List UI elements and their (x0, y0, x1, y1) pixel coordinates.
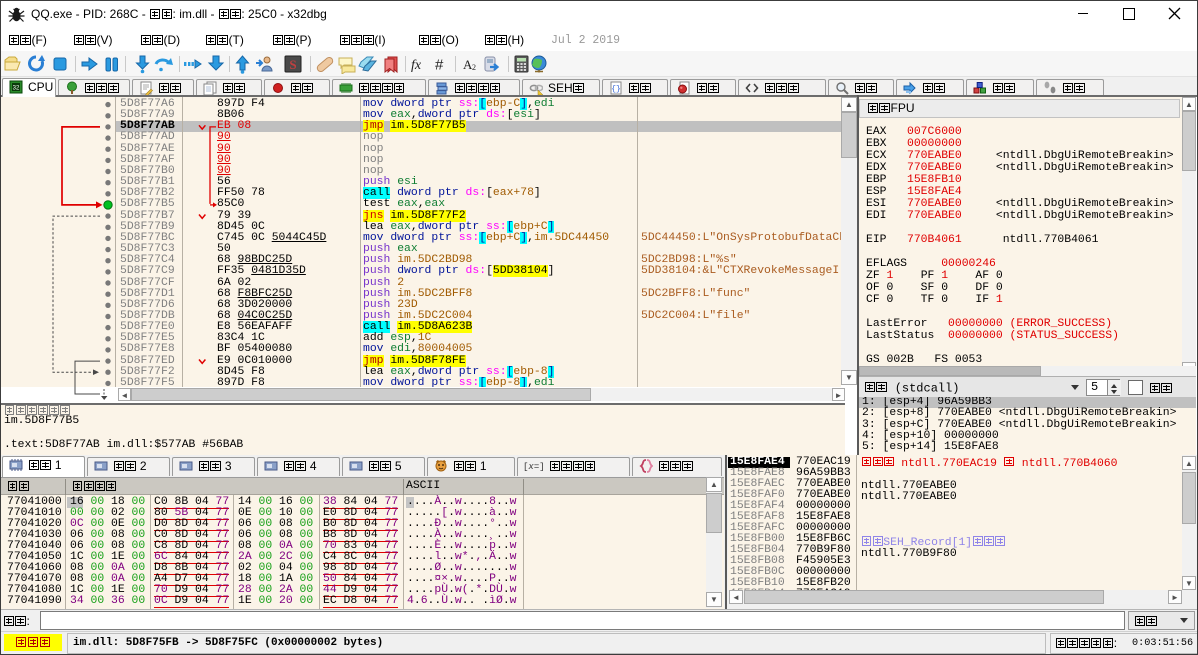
svg-text:{}: {} (611, 85, 621, 94)
svg-text:fx: fx (411, 58, 422, 73)
svg-text:32: 32 (13, 86, 20, 92)
svg-text:S: S (289, 57, 296, 72)
svg-text:2: 2 (472, 63, 476, 72)
svg-text:#: # (435, 57, 444, 74)
